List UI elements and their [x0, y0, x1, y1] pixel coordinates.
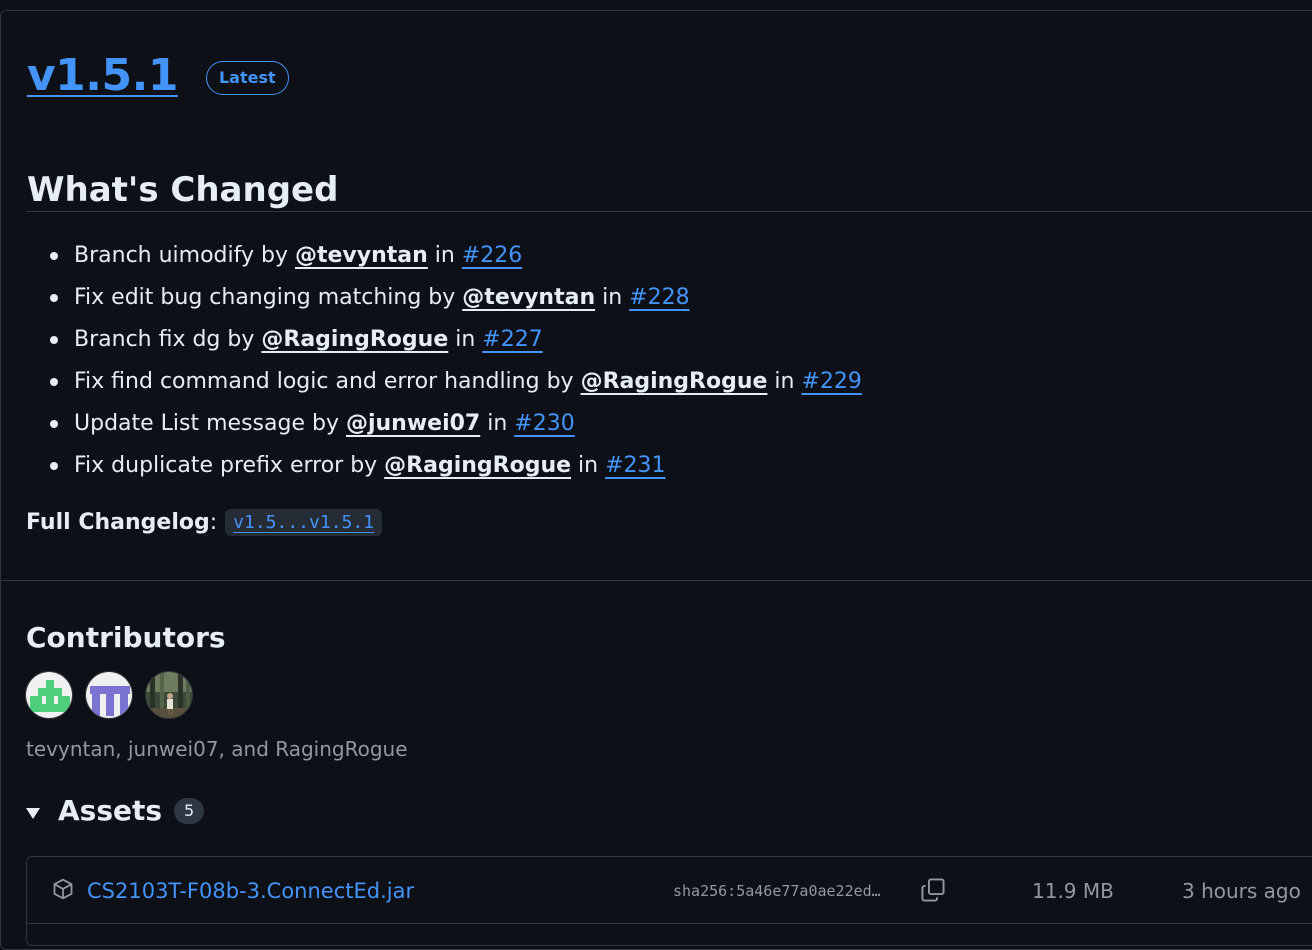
avatar-tevyntan[interactable] [25, 671, 73, 719]
change-sep: in [448, 327, 483, 352]
changes-list: Branch uimodify by @tevyntan in #226 Fix… [48, 235, 862, 487]
assets-heading: Assets [58, 794, 163, 827]
pr-link[interactable]: #226 [462, 243, 522, 268]
identicon-purple-icon [86, 672, 132, 718]
change-item: Update List message by @junwei07 in #230 [48, 403, 862, 445]
asset-row: CS2103T-F08b-3.ConnectEd.jar sha256:5a46… [27, 857, 1312, 924]
bullet-icon [50, 294, 58, 302]
avatar-ragingrogue[interactable] [145, 671, 193, 719]
change-text: Fix duplicate prefix error by [74, 453, 385, 478]
forest-photo-icon [146, 672, 192, 718]
change-sep: in [480, 411, 515, 436]
change-sep: in [595, 285, 630, 310]
assets-toggle[interactable]: Assets 5 [26, 793, 205, 829]
bullet-icon [50, 336, 58, 344]
asset-download-link[interactable]: CS2103T-F08b-3.ConnectEd.jar [87, 877, 414, 905]
change-text: Branch uimodify by [74, 243, 295, 268]
author-link[interactable]: @RagingRogue [384, 453, 571, 478]
author-link[interactable]: @tevyntan [462, 285, 595, 310]
copy-icon[interactable] [920, 877, 946, 907]
author-link[interactable]: @RagingRogue [261, 327, 448, 352]
assets-count-badge: 5 [174, 798, 205, 824]
whats-changed-heading: What's Changed [27, 170, 339, 210]
change-text: Fix find command logic and error handlin… [74, 369, 581, 394]
contributors-heading: Contributors [26, 621, 226, 654]
release-version-link[interactable]: v1.5.1 [27, 48, 178, 104]
asset-size: 11.9 MB [1032, 879, 1114, 903]
contributor-names: tevyntan, junwei07, and RagingRogue [26, 737, 408, 761]
change-item: Fix find command logic and error handlin… [48, 361, 862, 403]
heading-divider [26, 211, 1312, 212]
change-sep: in [571, 453, 606, 478]
full-changelog-colon: : [209, 510, 218, 535]
change-text: Update List message by [74, 411, 346, 436]
author-link[interactable]: @junwei07 [346, 411, 480, 436]
change-text: Branch fix dg by [74, 327, 262, 352]
change-item: Branch uimodify by @tevyntan in #226 [48, 235, 862, 277]
bullet-icon [50, 420, 58, 428]
author-link[interactable]: @RagingRogue [581, 369, 768, 394]
change-sep: in [767, 369, 802, 394]
compare-link[interactable]: v1.5...v1.5.1 [225, 509, 383, 536]
change-text: Fix edit bug changing matching by [74, 285, 463, 310]
release-title-row: v1.5.1 Latest [27, 48, 289, 104]
change-sep: in [427, 243, 462, 268]
change-item: Fix duplicate prefix error by @RagingRog… [48, 445, 862, 487]
pr-link[interactable]: #231 [605, 453, 665, 478]
bullet-icon [50, 252, 58, 260]
change-item: Fix edit bug changing matching by @tevyn… [48, 277, 862, 319]
assets-list: CS2103T-F08b-3.ConnectEd.jar sha256:5a46… [26, 856, 1312, 946]
bullet-icon [50, 378, 58, 386]
full-changelog-label: Full Changelog [26, 510, 210, 535]
package-icon [52, 878, 74, 904]
pr-link[interactable]: #227 [482, 327, 542, 352]
section-divider [0, 580, 1312, 581]
avatar-junwei07[interactable] [85, 671, 133, 719]
latest-badge: Latest [205, 61, 289, 95]
change-item: Branch fix dg by @RagingRogue in #227 [48, 319, 862, 361]
asset-time: 3 hours ago [1182, 879, 1301, 903]
bullet-icon [50, 462, 58, 470]
caret-down-icon [26, 807, 40, 819]
pr-link[interactable]: #230 [514, 411, 574, 436]
identicon-green-icon [26, 672, 72, 718]
pr-link[interactable]: #228 [629, 285, 689, 310]
contributor-avatars [25, 671, 205, 719]
pr-link[interactable]: #229 [801, 369, 861, 394]
author-link[interactable]: @tevyntan [295, 243, 428, 268]
asset-sha: sha256:5a46e77a0ae22ed… [673, 882, 881, 900]
full-changelog: Full Changelog: v1.5...v1.5.1 [26, 509, 383, 536]
